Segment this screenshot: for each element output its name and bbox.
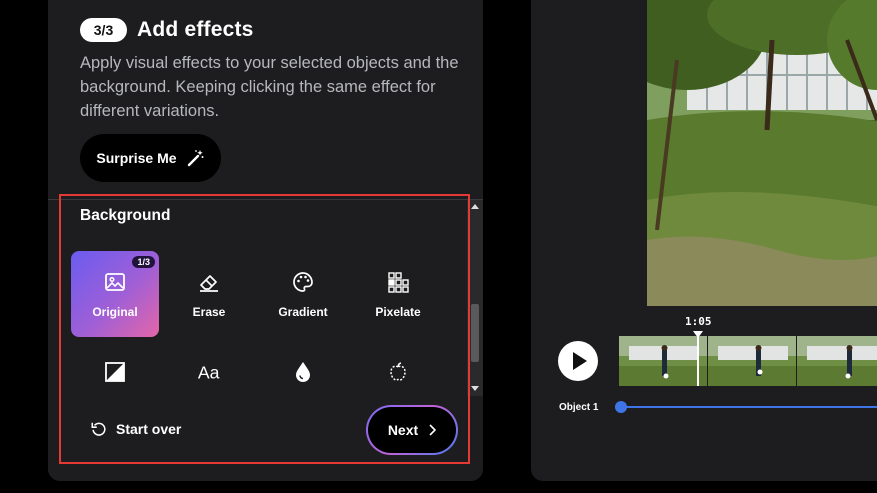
filmstrip-frame [619,336,707,386]
effect-gradient[interactable]: Gradient [259,251,347,337]
effect-label: Erase [192,305,226,319]
undo-icon [91,422,106,436]
next-label: Next [387,422,419,438]
video-preview [647,0,877,306]
filmstrip-frame [708,336,796,386]
section-title-background: Background [80,207,171,224]
effects-scrollbar[interactable] [467,200,483,396]
object-track-handle[interactable] [615,401,627,413]
effect-label: Gradient [278,305,328,319]
start-over-button[interactable]: Start over [90,420,181,438]
palette-icon [290,269,316,295]
chevron-right-icon [429,424,437,436]
effect-erase[interactable]: Erase [165,251,253,337]
contrast-icon [102,359,128,385]
image-icon [102,269,128,295]
eraser-icon [196,269,222,295]
apple-outline-icon [385,359,411,385]
step-description: Apply visual effects to your selected ob… [80,54,459,120]
effect-original[interactable]: 1/3 Original [71,251,159,337]
surprise-me-label: Surprise Me [96,150,177,166]
scroll-up-arrow-icon[interactable] [471,204,479,209]
variation-count-badge: 1/3 [132,256,155,268]
pixel-grid-icon [385,269,411,295]
filmstrip[interactable] [619,336,877,386]
step-title: Add effects [137,18,254,41]
start-over-label: Start over [116,421,182,437]
effects-panel: 3/3 Add effects Apply visual effects to … [48,0,483,481]
surprise-me-button[interactable]: Surprise Me [80,134,221,182]
effect-pixelate[interactable]: Pixelate [354,251,442,337]
divider [48,199,483,200]
droplet-icon [290,359,316,385]
object-track-label: Object 1 [559,402,599,413]
effect-label: Original [92,305,138,319]
scroll-thumb[interactable] [471,304,479,362]
object-track[interactable] [621,406,877,408]
video-panel: 1:05 Object 1 [531,0,877,481]
playhead-line[interactable] [697,334,699,386]
magic-wand-icon [187,150,204,167]
play-button[interactable] [558,341,598,381]
next-button[interactable]: Next [366,405,458,455]
scroll-down-arrow-icon[interactable] [471,386,479,391]
filmstrip-frame [797,336,877,386]
effect-label: Pixelate [375,305,421,319]
step-header: 3/3 Add effects [80,18,254,42]
timecode: 1:05 [685,315,712,328]
step-badge: 3/3 [80,18,127,42]
svg-text:Aa: Aa [198,363,220,383]
next-button-inner: Next [368,407,456,453]
text-aa-icon: Aa [196,359,222,385]
